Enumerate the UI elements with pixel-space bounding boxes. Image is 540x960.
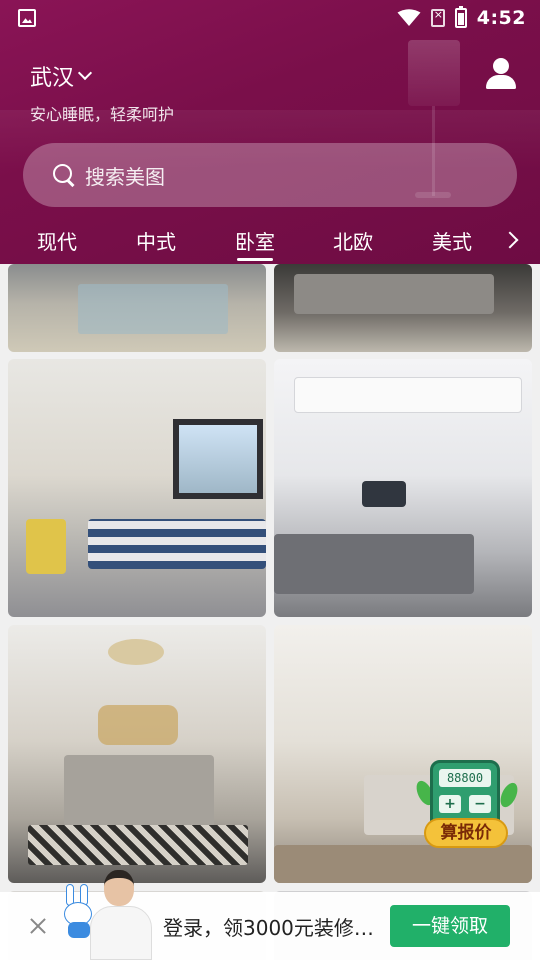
gallery-image[interactable]: [8, 625, 266, 883]
gallery-image[interactable]: [8, 264, 266, 352]
wall-art-shape: [98, 705, 178, 745]
status-indicators: 4:52: [397, 6, 526, 30]
status-time: 4:52: [476, 7, 526, 29]
window-shape: [173, 419, 263, 499]
rug-shape: [78, 284, 228, 334]
calculator-plus: +: [439, 795, 461, 813]
throw-shape: [26, 519, 66, 574]
app-screen: 4:52 武汉 安心睡眠，轻柔呵护 搜索美图 现代 中式 卧室 北欧 美式: [0, 0, 540, 960]
gallery-image[interactable]: [8, 359, 266, 617]
tab-nordic[interactable]: 北欧: [333, 226, 373, 255]
user-icon-body: [486, 75, 516, 89]
city-selector[interactable]: 武汉: [30, 60, 93, 92]
tab-american[interactable]: 美式: [432, 226, 472, 255]
cabinet-shape: [294, 377, 522, 413]
quote-label: 算报价: [424, 818, 508, 848]
close-icon[interactable]: [26, 914, 50, 938]
bed-shape: [88, 519, 266, 569]
mascot-body: [68, 922, 90, 938]
chandelier-shape: [108, 639, 164, 665]
wifi-icon: [397, 9, 421, 26]
city-name: 武汉: [30, 66, 75, 91]
image-grid: [0, 264, 540, 960]
user-icon[interactable]: [486, 58, 516, 90]
gallery-image[interactable]: [274, 264, 532, 352]
tab-modern[interactable]: 现代: [37, 226, 77, 255]
banner-text: 登录，领3000元装修…: [163, 916, 374, 940]
gallery-image[interactable]: [274, 359, 532, 617]
monitor-shape: [362, 481, 406, 507]
sim-icon: [430, 8, 445, 27]
search-bar[interactable]: 搜索美图: [23, 143, 517, 207]
login-promo-banner: 登录，领3000元装修… 一键领取: [0, 870, 540, 960]
user-icon-head: [493, 58, 509, 74]
status-bar: 4:52: [0, 0, 540, 36]
rug-shape: [28, 825, 248, 865]
style-tabs: 现代 中式 卧室 北欧 美式: [0, 222, 540, 264]
leaf-decoration: [497, 780, 521, 810]
slogan: 安心睡眠，轻柔呵护: [30, 105, 175, 124]
promo-illustration: [56, 870, 152, 960]
header: 4:52 武汉 安心睡眠，轻柔呵护 搜索美图 现代 中式 卧室 北欧 美式: [0, 0, 540, 264]
bed-shape: [274, 534, 474, 594]
spokesperson-body: [90, 906, 152, 960]
search-placeholder: 搜索美图: [85, 164, 165, 189]
spokesperson-face: [104, 870, 134, 906]
image-icon: [18, 9, 36, 27]
lamp-decoration: [408, 40, 460, 106]
claim-button[interactable]: 一键领取: [390, 905, 510, 947]
tab-chinese[interactable]: 中式: [136, 226, 176, 255]
chevron-right-icon[interactable]: [501, 231, 519, 249]
tab-bedroom[interactable]: 卧室: [235, 226, 275, 261]
bed-shape: [294, 274, 494, 314]
chevron-down-icon: [77, 65, 93, 81]
bed-shape: [64, 755, 214, 835]
search-icon: [53, 164, 75, 186]
calculator-display: 88800: [439, 769, 491, 787]
calculator-minus: −: [469, 795, 491, 813]
battery-icon: [454, 6, 467, 28]
quote-widget[interactable]: 88800 + − 算报价: [413, 760, 521, 852]
